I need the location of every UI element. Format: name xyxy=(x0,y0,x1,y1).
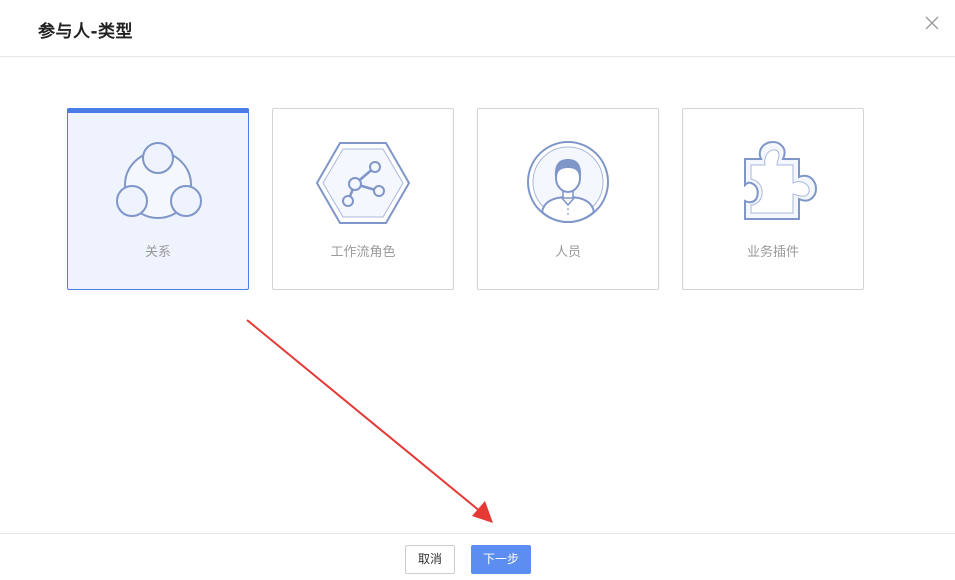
type-card-person[interactable]: 人员 xyxy=(477,108,659,290)
type-card-label: 工作流角色 xyxy=(330,245,396,260)
dialog-footer: 取消 下一步 xyxy=(0,533,955,580)
type-card-label: 人员 xyxy=(554,245,581,260)
type-card-label: 关系 xyxy=(144,245,171,260)
type-card-workflow-role[interactable]: 工作流角色 xyxy=(272,108,454,290)
cancel-button[interactable]: 取消 xyxy=(405,545,455,574)
participant-type-dialog: 参与人-类型 关系 工作流角色 人员 业务插件 取消 下一步 xyxy=(0,0,955,580)
type-card-business-plugin[interactable]: 业务插件 xyxy=(682,108,864,290)
type-card-label: 业务插件 xyxy=(746,245,799,260)
close-icon[interactable] xyxy=(923,14,941,32)
next-step-button[interactable]: 下一步 xyxy=(471,545,531,574)
workflow-role-icon xyxy=(315,142,411,224)
puzzle-plugin-icon xyxy=(744,141,817,220)
person-icon xyxy=(527,141,609,224)
dialog-title: 参与人-类型 xyxy=(38,22,134,42)
relation-icon xyxy=(116,142,202,219)
type-card-relation[interactable]: 关系 xyxy=(67,108,249,290)
dialog-header: 参与人-类型 xyxy=(0,0,955,57)
annotation-arrow-icon xyxy=(246,319,493,523)
